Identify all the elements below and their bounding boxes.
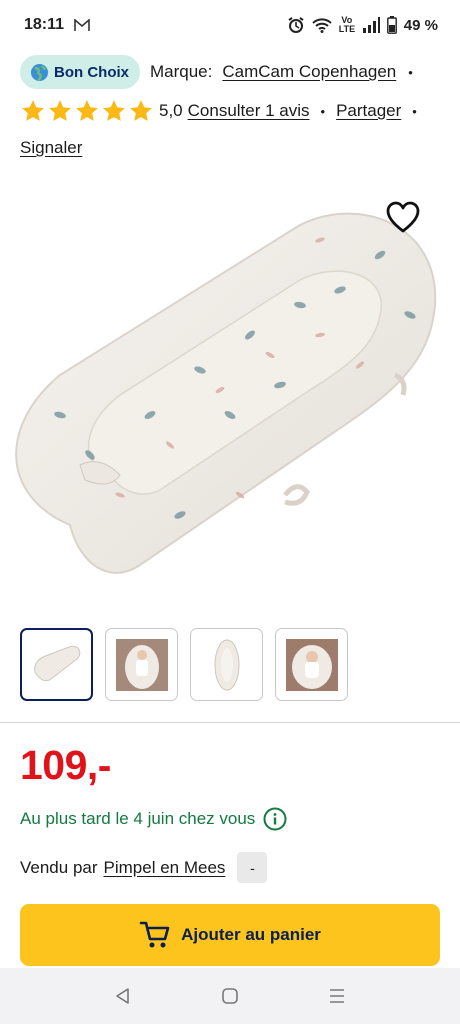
network-label: Vo LTE xyxy=(338,15,356,34)
star-icon xyxy=(76,100,98,121)
separator-dot: • xyxy=(320,103,326,119)
brand-link[interactable]: CamCam Copenhagen xyxy=(222,62,396,82)
seller-link[interactable]: Pimpel en Mees xyxy=(104,858,226,878)
badge-label: Bon Choix xyxy=(54,63,129,81)
mail-icon xyxy=(74,18,90,31)
status-time: 18:11 xyxy=(24,16,65,33)
add-to-cart-button[interactable]: Ajouter au panier xyxy=(20,904,440,966)
delivery-info: Au plus tard le 4 juin chez vous xyxy=(20,807,287,831)
separator-dot: • xyxy=(412,103,417,119)
star-icon xyxy=(49,100,71,121)
share-link[interactable]: Partager xyxy=(336,101,401,121)
report-link[interactable]: Signaler xyxy=(20,138,82,157)
star-icon xyxy=(103,100,125,121)
seller-score-badge: - xyxy=(237,852,268,883)
brand-prefix: Marque: xyxy=(150,62,213,81)
delivery-text: Au plus tard le 4 juin chez vous xyxy=(20,809,256,828)
thumbnail-2[interactable] xyxy=(105,628,178,701)
thumbnail-3[interactable] xyxy=(190,628,263,701)
thumbnail-1[interactable] xyxy=(20,628,93,701)
star-icon xyxy=(130,100,152,121)
divider xyxy=(0,722,460,723)
bon-choix-badge[interactable]: Bon Choix xyxy=(20,55,140,89)
separator-dot: • xyxy=(408,64,413,80)
add-to-cart-label: Ajouter au panier xyxy=(181,925,321,944)
back-icon[interactable] xyxy=(106,979,140,1013)
thumbnail-4[interactable] xyxy=(275,628,348,701)
product-meta-row: Bon Choix Marque: CamCam Copenhagen • xyxy=(20,55,442,89)
price: 109,- xyxy=(20,742,111,788)
battery-icon xyxy=(386,16,397,34)
globe-icon xyxy=(30,63,49,81)
rating-row: 5,0 Consulter 1 avis • Partager • xyxy=(20,98,442,124)
info-icon[interactable] xyxy=(263,807,287,831)
rating-value: 5,0 xyxy=(159,101,183,120)
recents-icon[interactable] xyxy=(320,979,354,1013)
reviews-link[interactable]: Consulter 1 avis xyxy=(188,101,310,121)
star-icon xyxy=(22,100,44,121)
cart-icon xyxy=(139,921,170,948)
rating-stars[interactable] xyxy=(20,98,154,124)
seller-prefix: Vendu par xyxy=(20,857,98,877)
thumbnail-strip xyxy=(20,628,348,701)
wifi-icon xyxy=(312,18,332,33)
signal-icon xyxy=(362,17,380,33)
battery-percent: 49 % xyxy=(403,16,438,34)
status-bar: 18:11 Vo LTE 49 % xyxy=(0,0,460,50)
seller-info: Vendu par Pimpel en Mees - xyxy=(20,852,268,883)
product-image[interactable] xyxy=(0,195,460,595)
home-icon[interactable] xyxy=(213,979,247,1013)
system-nav-bar xyxy=(0,968,460,1024)
alarm-icon xyxy=(288,17,304,33)
heart-icon[interactable] xyxy=(385,200,421,236)
